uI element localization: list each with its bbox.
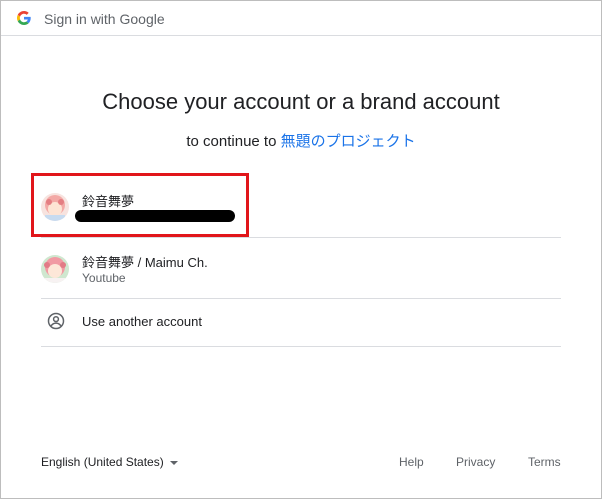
- account-name: 鈴音舞夢 / Maimu Ch.: [82, 255, 208, 270]
- terms-link[interactable]: Terms: [528, 455, 561, 469]
- window-title: Sign in with Google: [44, 11, 165, 27]
- footer: English (United States) Help Privacy Ter…: [1, 451, 601, 475]
- sign-in-window: Sign in with Google Choose your account …: [0, 0, 602, 499]
- language-selector[interactable]: English (United States): [41, 455, 178, 469]
- account-subtitle: Youtube: [82, 271, 126, 285]
- use-another-account-label: Use another account: [82, 314, 202, 329]
- top-bar: Sign in with Google: [1, 1, 601, 36]
- page-subheading: to continue to 無題のプロジェクト: [1, 130, 601, 151]
- page-heading: Choose your account or a brand account: [102, 89, 500, 114]
- redacted-email: [75, 210, 235, 222]
- account-item[interactable]: 鈴音舞夢: [41, 177, 561, 235]
- use-another-account-button[interactable]: Use another account: [41, 298, 561, 347]
- app-name-link[interactable]: 無題のプロジェクト: [281, 133, 416, 150]
- account-item[interactable]: 鈴音舞夢 / Maimu Ch. Youtube: [41, 237, 561, 298]
- person-circle-icon: [47, 312, 65, 330]
- language-label: English (United States): [41, 455, 164, 469]
- caret-down-icon: [169, 460, 178, 465]
- account-name: 鈴音舞夢: [82, 194, 135, 209]
- avatar: [41, 255, 69, 283]
- avatar: [41, 193, 69, 221]
- help-link[interactable]: Help: [399, 455, 424, 469]
- google-g-icon: [17, 11, 31, 25]
- privacy-link[interactable]: Privacy: [456, 455, 495, 469]
- subheading-prefix: to continue to: [186, 133, 277, 150]
